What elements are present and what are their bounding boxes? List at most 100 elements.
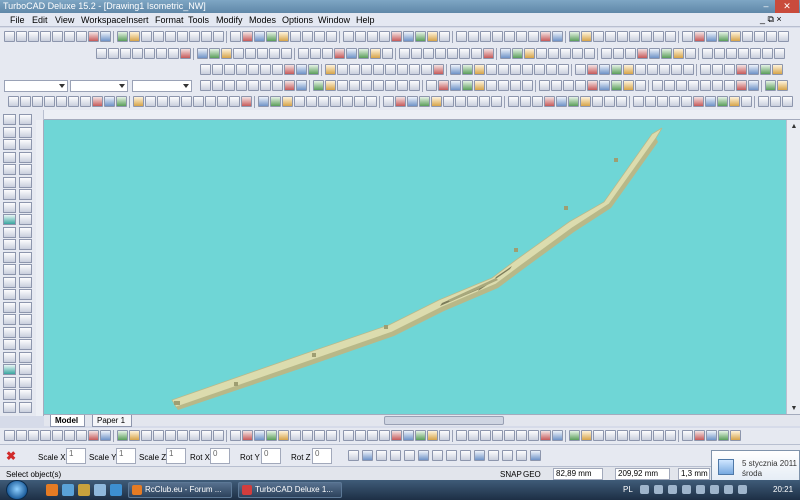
toolbar-button-icon[interactable] bbox=[56, 96, 67, 107]
toolbar-button-icon[interactable] bbox=[580, 96, 591, 107]
toolbar-button-icon[interactable] bbox=[706, 31, 717, 42]
toolbar-button-icon[interactable] bbox=[522, 64, 533, 75]
palette-tool-icon[interactable] bbox=[19, 214, 32, 225]
toolbar-button-icon[interactable] bbox=[474, 64, 485, 75]
toolbar-button-icon[interactable] bbox=[144, 48, 155, 59]
toolbar-button-icon[interactable] bbox=[355, 31, 366, 42]
toolbar-button-icon[interactable] bbox=[682, 31, 693, 42]
palette-tool-icon[interactable] bbox=[19, 339, 32, 350]
toolbar-button-icon[interactable] bbox=[108, 48, 119, 59]
toolbar-button-icon[interactable] bbox=[310, 48, 321, 59]
palette-tool-icon[interactable] bbox=[19, 376, 32, 388]
tray-icon[interactable] bbox=[724, 485, 733, 494]
toolbar-button-icon[interactable] bbox=[439, 430, 450, 441]
toolbar-button-icon[interactable] bbox=[213, 430, 224, 441]
toolbar-button-icon[interactable] bbox=[427, 430, 438, 441]
toolbar-button-icon[interactable] bbox=[373, 80, 384, 91]
toolbar-button-icon[interactable] bbox=[599, 80, 610, 91]
toolbar-button-icon[interactable] bbox=[313, 80, 324, 91]
toolbar-button-icon[interactable] bbox=[480, 430, 491, 441]
palette-tool-icon[interactable] bbox=[3, 289, 16, 300]
toolbar-button-icon[interactable] bbox=[581, 31, 592, 42]
toolbar-button-icon[interactable] bbox=[28, 31, 39, 42]
toolbar-button-icon[interactable] bbox=[762, 48, 773, 59]
toolbar-button-icon[interactable] bbox=[635, 80, 646, 91]
toolbar-button-icon[interactable] bbox=[200, 80, 211, 91]
toolbar-button-icon[interactable] bbox=[569, 31, 580, 42]
toolbar-button-icon[interactable] bbox=[625, 48, 636, 59]
toolbar-button-icon[interactable] bbox=[770, 96, 781, 107]
toolbar-button-icon[interactable] bbox=[284, 64, 295, 75]
scale-y-field[interactable]: 1 bbox=[116, 448, 136, 464]
toolbar-button-icon[interactable] bbox=[403, 31, 414, 42]
palette-tool-icon[interactable] bbox=[19, 314, 32, 325]
toolbar-button-icon[interactable] bbox=[685, 48, 696, 59]
toolbar-button-icon[interactable] bbox=[343, 31, 354, 42]
menu-insert[interactable]: Insert bbox=[126, 15, 149, 25]
palette-tool-icon[interactable] bbox=[3, 214, 16, 225]
toolbar-button-icon[interactable] bbox=[168, 48, 179, 59]
toolbar-button-icon[interactable] bbox=[492, 430, 503, 441]
toolbar-button-icon[interactable] bbox=[308, 64, 319, 75]
toolbar-button-icon[interactable] bbox=[558, 64, 569, 75]
app-icon[interactable] bbox=[110, 484, 122, 496]
toolbar-button-icon[interactable] bbox=[169, 96, 180, 107]
palette-tool-icon[interactable] bbox=[3, 276, 16, 288]
palette-tool-icon[interactable] bbox=[3, 401, 16, 413]
toolbar-button-icon[interactable] bbox=[568, 96, 579, 107]
toolbar-button-icon[interactable] bbox=[100, 31, 111, 42]
toolbar-button-icon[interactable] bbox=[718, 31, 729, 42]
toolbar-button-icon[interactable] bbox=[260, 80, 271, 91]
toolbar-button-icon[interactable] bbox=[366, 96, 377, 107]
toolbar-button-icon[interactable] bbox=[750, 48, 761, 59]
toolbar-button-icon[interactable] bbox=[322, 48, 333, 59]
toolbar-button-icon[interactable] bbox=[730, 430, 741, 441]
toolbar-button-icon[interactable] bbox=[193, 96, 204, 107]
inspector-tool-icon[interactable] bbox=[418, 450, 429, 461]
toolbar-button-icon[interactable] bbox=[524, 48, 535, 59]
toolbar-button-icon[interactable] bbox=[189, 31, 200, 42]
toolbar-button-icon[interactable] bbox=[635, 64, 646, 75]
toolbar-button-icon[interactable] bbox=[282, 96, 293, 107]
toolbar-button-icon[interactable] bbox=[177, 31, 188, 42]
palette-tool-icon[interactable] bbox=[19, 239, 32, 250]
toolbar-button-icon[interactable] bbox=[52, 31, 63, 42]
toolbar-button-icon[interactable] bbox=[468, 430, 479, 441]
toolbar-button-icon[interactable] bbox=[133, 96, 144, 107]
toolbar-button-icon[interactable] bbox=[649, 48, 660, 59]
toolbar-button-icon[interactable] bbox=[431, 96, 442, 107]
toolbar-button-icon[interactable] bbox=[641, 430, 652, 441]
toolbar-button-icon[interactable] bbox=[343, 430, 354, 441]
toolbar-button-icon[interactable] bbox=[230, 31, 241, 42]
toolbar-button-icon[interactable] bbox=[560, 48, 571, 59]
close-button[interactable]: ✕ bbox=[775, 0, 799, 13]
toolbar-button-icon[interactable] bbox=[540, 430, 551, 441]
toolbar-button-icon[interactable] bbox=[334, 48, 345, 59]
toolbar-button-icon[interactable] bbox=[181, 96, 192, 107]
toolbar-button-icon[interactable] bbox=[156, 48, 167, 59]
toolbar-button-icon[interactable] bbox=[141, 430, 152, 441]
toolbar-button-icon[interactable] bbox=[653, 31, 664, 42]
toolbar-button-icon[interactable] bbox=[536, 48, 547, 59]
toolbar-button-icon[interactable] bbox=[281, 48, 292, 59]
toolbar-button-icon[interactable] bbox=[254, 430, 265, 441]
toolbar-button-icon[interactable] bbox=[742, 31, 753, 42]
toolbar-button-icon[interactable] bbox=[16, 31, 27, 42]
tray-icon[interactable] bbox=[738, 485, 747, 494]
toolbar-button-icon[interactable] bbox=[694, 31, 705, 42]
toolbar-button-icon[interactable] bbox=[296, 80, 307, 91]
toolbar-button-icon[interactable] bbox=[712, 80, 723, 91]
toolbar-button-icon[interactable] bbox=[145, 96, 156, 107]
toolbar-button-icon[interactable] bbox=[318, 96, 329, 107]
toolbar-button-icon[interactable] bbox=[269, 48, 280, 59]
palette-tool-icon[interactable] bbox=[19, 326, 32, 338]
tray-icon[interactable] bbox=[640, 485, 649, 494]
toolbar-button-icon[interactable] bbox=[117, 430, 128, 441]
toolbar-button-icon[interactable] bbox=[438, 80, 449, 91]
toolbar-button-icon[interactable] bbox=[748, 80, 759, 91]
toolbar-button-icon[interactable] bbox=[623, 80, 634, 91]
inspector-tool-icon[interactable] bbox=[404, 450, 415, 461]
network-icon[interactable] bbox=[696, 485, 705, 494]
scale-x-field[interactable]: 1 bbox=[66, 448, 86, 464]
toolbar-button-icon[interactable] bbox=[201, 430, 212, 441]
